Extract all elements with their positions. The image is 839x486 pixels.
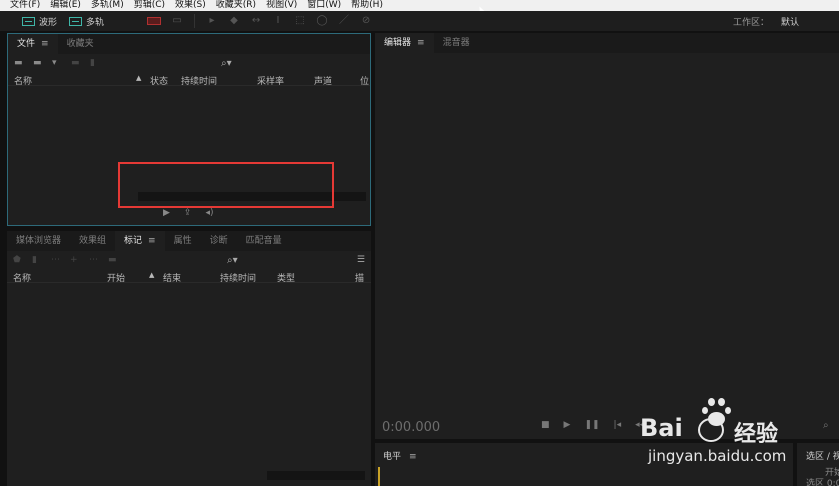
spectral-display-icon[interactable] xyxy=(147,17,162,25)
tab-diagnostics[interactable]: 诊断 xyxy=(201,231,237,251)
menu-effects[interactable]: 效果(S) xyxy=(175,0,206,11)
slip-tool-icon[interactable]: ↔ xyxy=(250,15,262,27)
menu-multitrack[interactable]: 多轨(M) xyxy=(91,0,124,11)
column-status[interactable]: 状态 xyxy=(150,74,168,87)
tab-match-loudness[interactable]: 匹配音量 xyxy=(237,231,291,251)
menu-file[interactable]: 文件(F) xyxy=(10,0,40,11)
add-marker-icon[interactable]: ⬟ xyxy=(13,255,24,265)
level-panel-title: 电平 ≡ xyxy=(383,452,417,462)
multitrack-button[interactable]: 多轨 xyxy=(63,11,110,32)
merge-markers-icon[interactable]: ⋯ xyxy=(51,255,62,265)
markers-scrollbar[interactable] xyxy=(267,471,365,480)
column-start[interactable]: 开始 xyxy=(107,271,125,284)
time-display: 0:00.000 xyxy=(382,420,441,435)
brush-tool-icon[interactable]: ／ xyxy=(338,15,350,27)
open-file-icon[interactable]: ▬ xyxy=(14,58,25,68)
tab-media-browser[interactable]: 媒体浏览器 xyxy=(7,231,70,251)
waveform-button[interactable]: 波形 xyxy=(16,11,63,32)
menu-window[interactable]: 窗口(W) xyxy=(307,0,341,11)
panel-menu-icon[interactable]: ≡ xyxy=(417,38,425,48)
sort-asc-icon[interactable]: ▲ xyxy=(136,74,141,82)
tab-mixer[interactable]: 混音器 xyxy=(434,33,479,53)
editor-panel-tabs: 编辑器 ≡ 混音器 xyxy=(375,33,839,53)
baidu-watermark: Bai 经验 jingyan.baidu.com xyxy=(640,398,830,468)
tab-files[interactable]: 文件 ≡ xyxy=(8,34,58,54)
markers-panel-tabs: 媒体浏览器 效果组 标记 ≡ 属性 诊断 匹配音量 xyxy=(7,231,371,251)
preview-controls: ▶ ⇪ ◂) xyxy=(163,208,214,218)
toolbar: 波形 多轨 ▭ ▸ ◆ ↔ I ⬚ ◯ ／ ⊘ xyxy=(0,11,839,32)
spectral-pitch-icon[interactable]: ▭ xyxy=(171,15,183,27)
baidu-url: jingyan.baidu.com xyxy=(648,447,787,465)
transport-controls: ■ ▶ ❚❚ |◂ ◂◂ xyxy=(541,420,644,430)
baidu-jingyan-text: 经验 xyxy=(734,422,779,447)
export-markers-icon[interactable]: ⋯ xyxy=(89,255,100,265)
markers-toolbar: ⬟ ▮ ⋯ + ⋯ ▬ ⌕▾ ☰ xyxy=(7,251,371,269)
column-end[interactable]: 结束 xyxy=(163,271,181,284)
tab-markers[interactable]: 标记 ≡ xyxy=(115,231,165,251)
panel-menu-icon[interactable]: ≡ xyxy=(409,452,417,462)
column-description[interactable]: 描 xyxy=(355,271,364,284)
move-tool-icon[interactable]: ▸ xyxy=(206,15,218,27)
batch-icon[interactable]: ▬ xyxy=(108,255,119,265)
insert-to-editor-icon[interactable]: ⇪ xyxy=(184,208,192,218)
column-name[interactable]: 名称 xyxy=(13,271,31,284)
insert-icon[interactable]: ▬ xyxy=(71,58,82,68)
panel-menu-icon[interactable]: ≡ xyxy=(148,236,156,246)
column-name[interactable]: 名称 xyxy=(14,74,32,87)
time-selection-tool-icon[interactable]: I xyxy=(272,15,284,27)
highlight-box xyxy=(118,162,334,208)
workspace-selector[interactable]: 工作区： 默认 xyxy=(733,11,799,32)
marquee-tool-icon[interactable]: ⬚ xyxy=(294,15,306,27)
search-icon[interactable]: ⌕▾ xyxy=(227,255,238,266)
lasso-tool-icon[interactable]: ◯ xyxy=(316,15,328,27)
column-sample-rate[interactable]: 采样率 xyxy=(257,74,284,87)
markers-table-header: 名称 开始 ▲ 结束 持续时间 类型 描 xyxy=(7,269,371,284)
toolbar-divider xyxy=(194,14,196,28)
menu-help[interactable]: 帮助(H) xyxy=(351,0,383,11)
editor-panel: 编辑器 ≡ 混音器 0:00.000 ■ ▶ ❚❚ |◂ ◂◂ ⌕ xyxy=(375,33,839,439)
panel-menu-icon[interactable]: ≡ xyxy=(41,39,49,49)
markers-panel: 媒体浏览器 效果组 标记 ≡ 属性 诊断 匹配音量 ⬟ ▮ ⋯ + ⋯ ▬ ⌕▾ … xyxy=(7,231,371,486)
baidu-brand-text: Bai xyxy=(640,414,683,442)
sort-asc-icon[interactable]: ▲ xyxy=(149,271,154,279)
selection-row: 选区 0:0 xyxy=(806,479,839,486)
baidu-du-badge xyxy=(698,418,724,442)
spot-healing-tool-icon[interactable]: ⊘ xyxy=(360,15,372,27)
tab-properties[interactable]: 属性 xyxy=(165,231,201,251)
stop-icon[interactable]: ■ xyxy=(541,420,550,430)
menu-view[interactable]: 视图(V) xyxy=(266,0,297,11)
menu-bar: 文件(F) 编辑(E) 多轨(M) 剪辑(C) 效果(S) 收藏夹(R) 视图(… xyxy=(0,0,839,11)
level-meter xyxy=(378,467,380,486)
menu-edit[interactable]: 编辑(E) xyxy=(50,0,81,11)
column-channels[interactable]: 声道 xyxy=(314,74,332,87)
filter-icon[interactable]: ☰ xyxy=(357,255,365,265)
tab-effects-group[interactable]: 效果组 xyxy=(70,231,115,251)
pause-icon[interactable]: ❚❚ xyxy=(584,420,599,430)
waveform-icon xyxy=(22,16,35,26)
import-file-icon[interactable]: ▬ xyxy=(33,58,44,68)
delete-marker-icon[interactable]: ▮ xyxy=(32,255,43,265)
menu-clip[interactable]: 剪辑(C) xyxy=(134,0,165,11)
new-file-icon[interactable]: ▾ xyxy=(52,58,63,68)
column-duration[interactable]: 持续时间 xyxy=(220,271,256,284)
previous-icon[interactable]: |◂ xyxy=(614,420,622,430)
insert-playlist-icon[interactable]: + xyxy=(70,255,81,265)
files-toolbar: ▬ ▬ ▾ ▬ ▮ ⌕▾ xyxy=(8,54,370,72)
razor-tool-icon[interactable]: ◆ xyxy=(228,15,240,27)
multitrack-icon xyxy=(69,16,83,26)
menu-favorites[interactable]: 收藏夹(R) xyxy=(216,0,256,11)
search-icon[interactable]: ⌕▾ xyxy=(221,58,232,69)
files-table-header: 名称 ▲ 状态 持续时间 采样率 声道 位 xyxy=(8,72,370,87)
tab-editor[interactable]: 编辑器 ≡ xyxy=(375,33,434,53)
tab-favorites[interactable]: 收藏夹 xyxy=(58,34,103,54)
column-type[interactable]: 类型 xyxy=(277,271,295,284)
files-panel-tabs: 文件 ≡ 收藏夹 xyxy=(8,34,370,54)
delete-icon[interactable]: ▮ xyxy=(90,58,101,68)
column-bit[interactable]: 位 xyxy=(360,74,369,87)
preview-volume-icon[interactable]: ◂) xyxy=(205,208,213,218)
column-duration[interactable]: 持续时间 xyxy=(181,74,217,87)
play-icon[interactable]: ▶ xyxy=(564,420,571,430)
play-preview-icon[interactable]: ▶ xyxy=(163,208,170,218)
